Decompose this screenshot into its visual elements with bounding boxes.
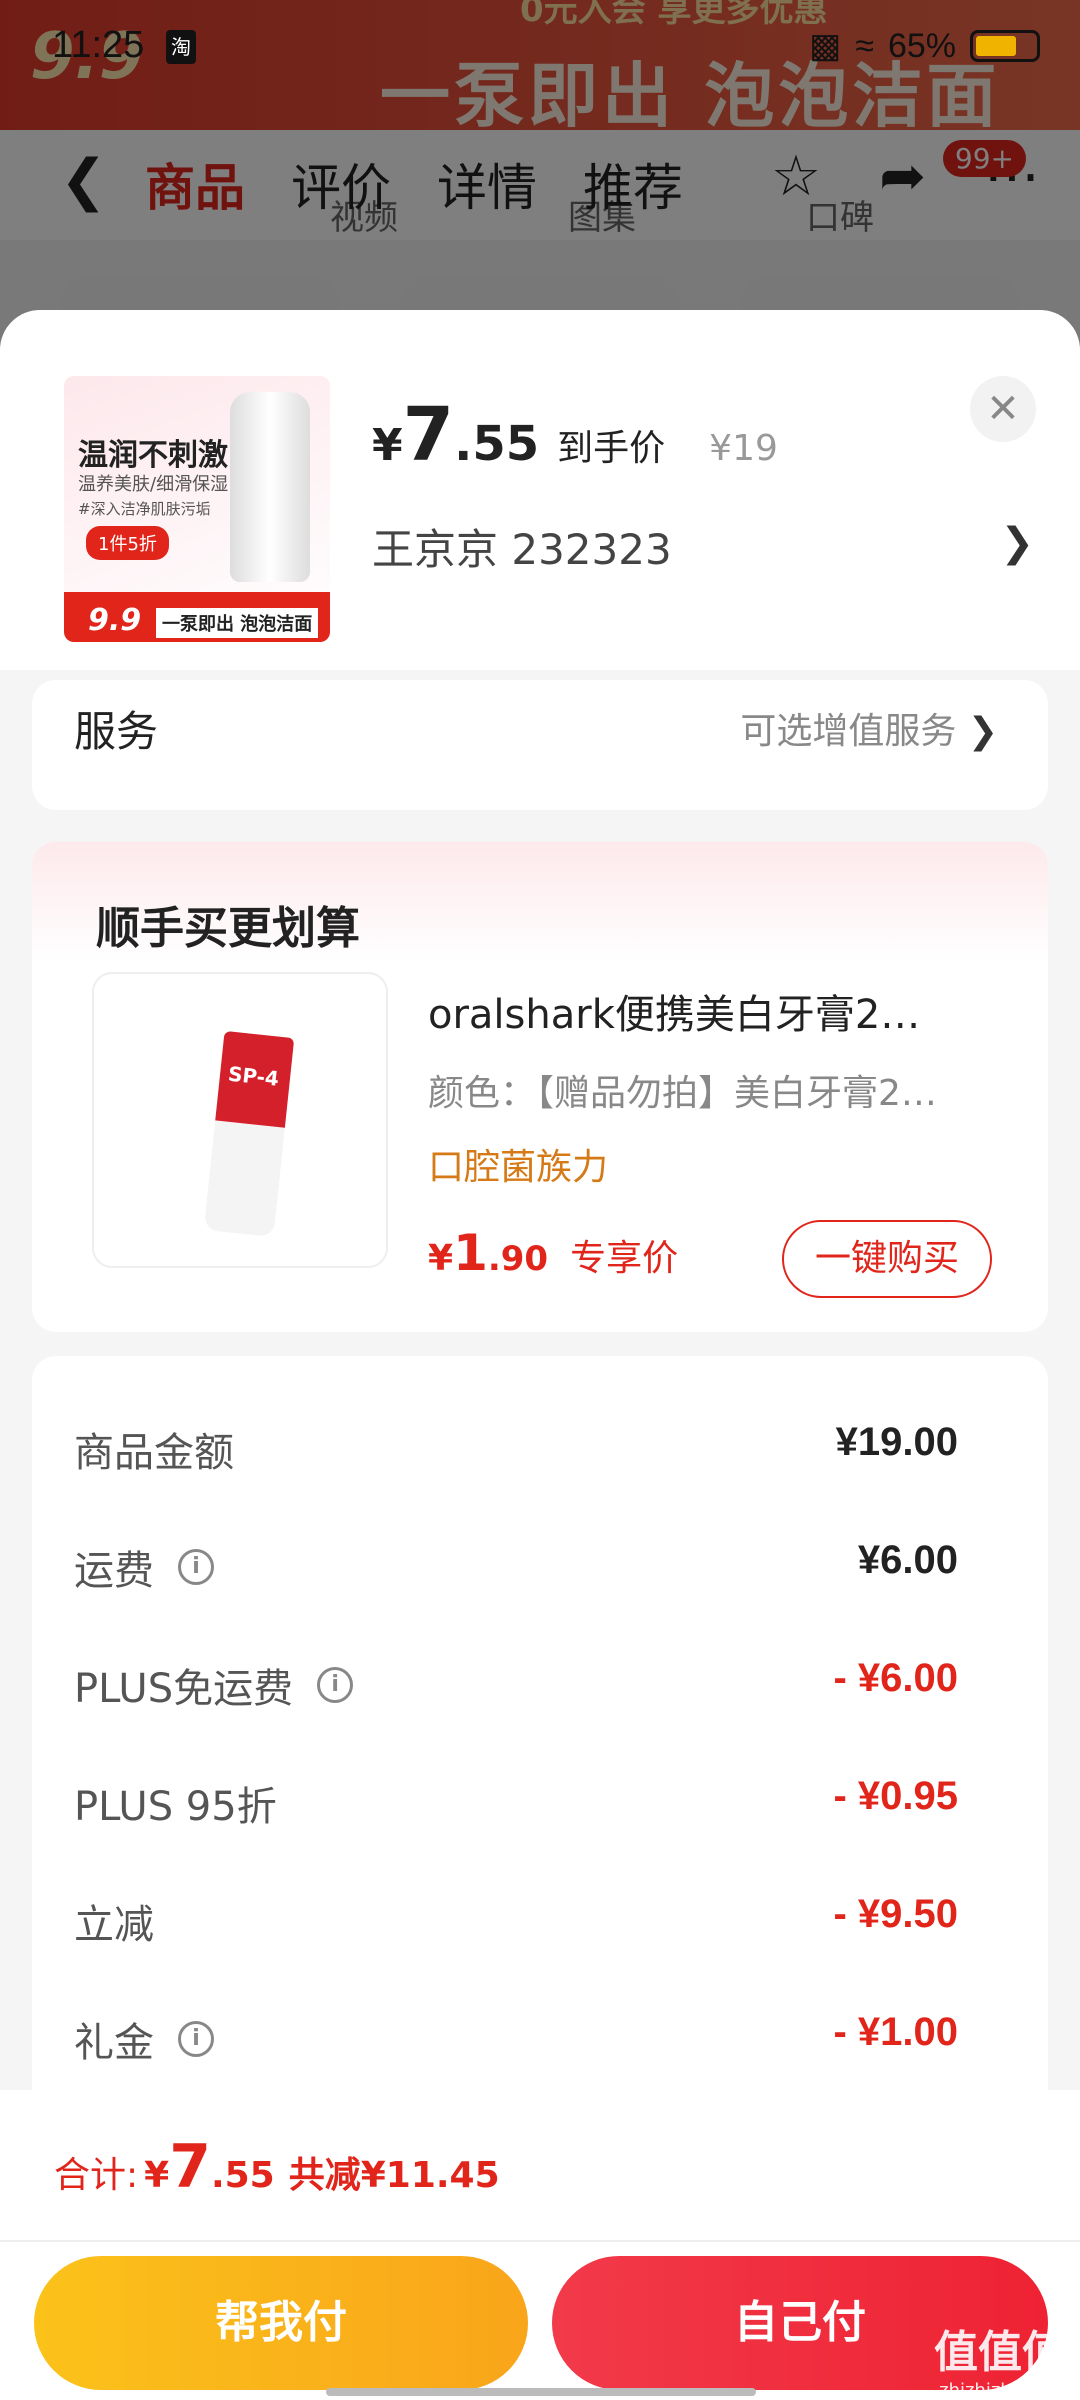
- bundle-price-integer: 1: [453, 1224, 488, 1282]
- chevron-right-icon[interactable]: ❯: [1000, 520, 1034, 566]
- service-label: 服务: [74, 707, 159, 756]
- breakdown-row: 商品金额 ¥19.00: [74, 1420, 958, 1480]
- final-price: ¥ 7 .55 到手价 ¥19: [372, 392, 778, 478]
- sheet-header: 温润不刺激 温养美肤/细滑保湿 #深入洁净肌肤污垢 1件5折 9.9 一泵即出 …: [0, 310, 1080, 670]
- breakdown-row: PLUS免运费 i - ¥6.00: [74, 1656, 958, 1716]
- sim-icon: ▩: [809, 27, 842, 65]
- breakdown-row: 立减 - ¥9.50: [74, 1892, 958, 1952]
- breakdown-row: PLUS 95折 - ¥0.95: [74, 1774, 958, 1834]
- purchase-sheet: 温润不刺激 温养美肤/细滑保湿 #深入洁净肌肤污垢 1件5折 9.9 一泵即出 …: [0, 310, 1080, 2400]
- order-total: 合计: ¥ 7 .55 共减¥11.45: [54, 2132, 500, 2202]
- price-label: 到手价: [557, 428, 666, 469]
- home-indicator[interactable]: [326, 2388, 756, 2396]
- breakdown-value: ¥19.00: [835, 1420, 958, 1464]
- breakdown-label: PLUS免运费 i: [74, 1656, 354, 1714]
- one-click-buy-button[interactable]: 一键购买: [782, 1220, 992, 1298]
- watermark-url: zhizhizhi.com: [939, 2380, 1061, 2400]
- breakdown-row: 运费 i ¥6.00: [74, 1538, 958, 1598]
- total-label: 合计:: [54, 2155, 139, 2196]
- taobao-app-icon: 淘: [166, 30, 196, 64]
- service-row[interactable]: 服务 可选增值服务 ❯: [32, 680, 1048, 810]
- total-currency: ¥: [144, 2155, 170, 2196]
- breakdown-value: - ¥9.50: [833, 1892, 958, 1936]
- bundle-price-decimal: .90: [487, 1239, 549, 1279]
- total-integer: 7: [169, 2132, 211, 2202]
- bundle-offer-card: 顺手买更划算 SP-4 oralshark便携美白牙膏2… 颜色：【赠品勿拍】美…: [32, 842, 1048, 1332]
- selected-spec[interactable]: 王京京 232323: [372, 516, 672, 577]
- info-icon[interactable]: i: [317, 1667, 354, 1703]
- checkout-footer: 合计: ¥ 7 .55 共减¥11.45 帮我付 自己付: [0, 2090, 1080, 2400]
- service-value: 可选增值服务 ❯: [740, 711, 998, 752]
- status-bar: 11:25 淘 ▩ ≈ 65%: [0, 0, 1080, 100]
- info-icon[interactable]: i: [178, 1549, 214, 1585]
- help-me-pay-button[interactable]: 帮我付: [34, 2256, 528, 2390]
- toothpaste-image: SP-4: [203, 1030, 295, 1238]
- breakdown-label: 商品金额: [74, 1430, 234, 1476]
- breakdown-value: - ¥1.00: [833, 2010, 958, 2054]
- product-thumbnail[interactable]: 温润不刺激 温养美肤/细滑保湿 #深入洁净肌肤污垢 1件5折 9.9 一泵即出 …: [64, 376, 330, 642]
- chevron-right-icon: ❯: [967, 711, 998, 752]
- price-currency: ¥: [372, 420, 403, 471]
- thumb-subtitle-2: #深入洁净肌肤污垢: [78, 500, 211, 518]
- bundle-title: 顺手买更划算: [96, 903, 360, 954]
- thumb-slogan: 一泵即出 泡泡洁面: [156, 608, 319, 638]
- thumb-price: 9.9: [88, 603, 142, 638]
- breakdown-label: PLUS 95折: [74, 1784, 277, 1830]
- info-icon[interactable]: i: [178, 2021, 214, 2057]
- wifi-icon: ≈: [855, 26, 874, 65]
- breakdown-row: 礼金 i - ¥1.00: [74, 2010, 958, 2070]
- price-decimal: .55: [454, 416, 540, 472]
- bundle-product-image[interactable]: SP-4: [92, 972, 388, 1268]
- bundle-price-label: 专享价: [570, 1238, 679, 1279]
- bundle-price-currency: ¥: [428, 1238, 454, 1279]
- breakdown-value: ¥6.00: [857, 1538, 958, 1582]
- bundle-price: ¥ 1 .90 专享价: [428, 1224, 678, 1282]
- battery-percent: 65%: [887, 26, 956, 65]
- thumb-discount-pill: 1件5折: [86, 526, 169, 560]
- thumb-subtitle: 温养美肤/细滑保湿: [78, 474, 229, 495]
- original-price: ¥19: [709, 428, 778, 469]
- total-decimal: .55: [210, 2155, 275, 2196]
- total-saved: 共减¥11.45: [288, 2155, 500, 2196]
- breakdown-value: - ¥6.00: [833, 1656, 958, 1700]
- breakdown-label: 礼金 i: [74, 2010, 214, 2068]
- status-time: 11:25: [52, 24, 145, 66]
- bundle-product-tag: 口腔菌族力: [428, 1147, 609, 1188]
- breakdown-label: 运费 i: [74, 1538, 214, 1596]
- price-integer: 7: [402, 392, 455, 478]
- watermark: 值值值 zhizhizhi.com: [934, 2316, 1066, 2400]
- thumb-title: 温润不刺激: [78, 438, 228, 473]
- close-icon[interactable]: ✕: [970, 376, 1036, 442]
- watermark-logo: 值值值: [934, 2327, 1066, 2378]
- breakdown-value: - ¥0.95: [833, 1774, 958, 1818]
- bundle-product-color: 颜色：【赠品勿拍】美白牙膏2…: [428, 1073, 937, 1114]
- footer-divider: [0, 2240, 1080, 2242]
- bundle-product-name[interactable]: oralshark便携美白牙膏2…: [428, 982, 988, 1040]
- status-right: ▩ ≈ 65%: [809, 26, 1040, 66]
- breakdown-label: 立减: [74, 1902, 154, 1948]
- battery-icon: [970, 30, 1040, 62]
- bottle-image: [230, 392, 310, 582]
